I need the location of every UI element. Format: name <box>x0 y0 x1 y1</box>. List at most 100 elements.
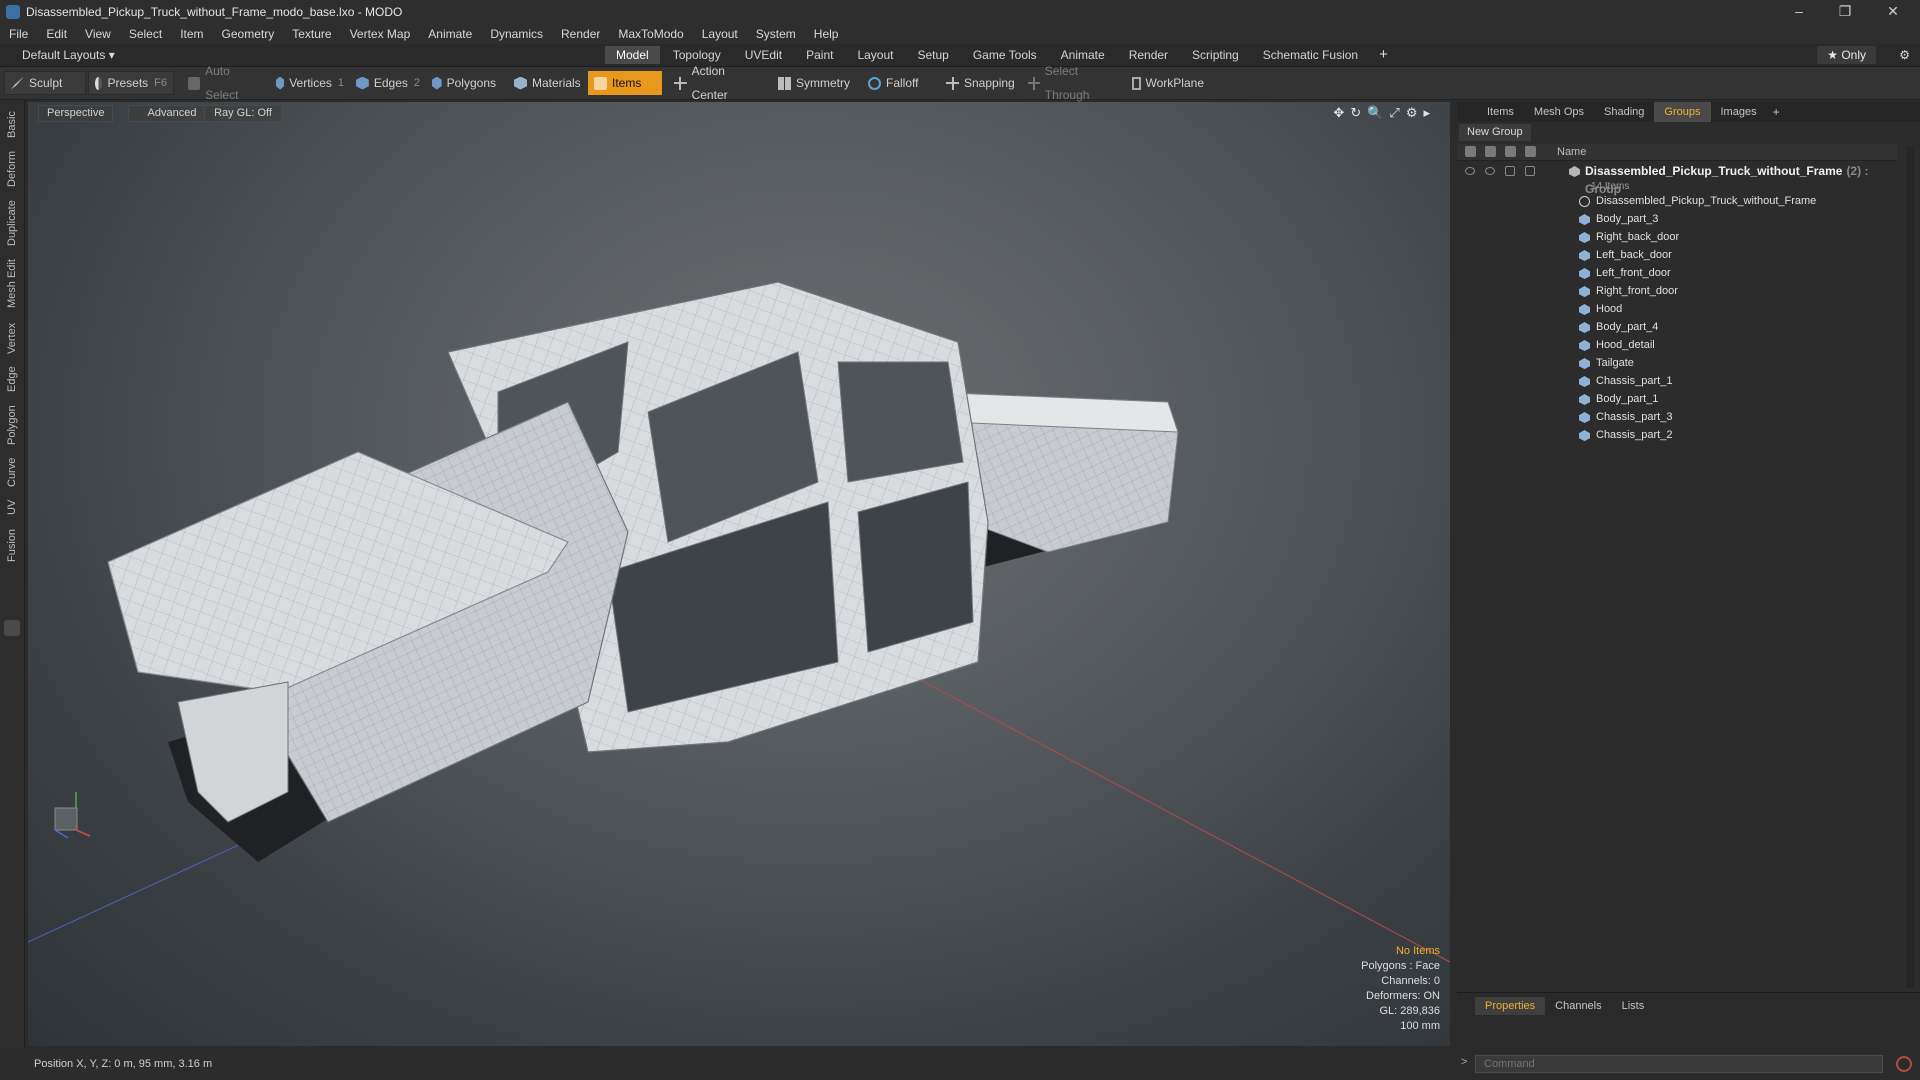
tab-lists[interactable]: Lists <box>1612 997 1655 1015</box>
select-column-icon[interactable] <box>1525 146 1536 157</box>
tab-images[interactable]: Images <box>1711 102 1767 122</box>
vertices-button[interactable]: Vertices 1 <box>270 71 350 95</box>
viewport-settings-icon[interactable]: ⚙ <box>1406 105 1418 120</box>
add-panel-tab-button[interactable]: + <box>1767 105 1786 119</box>
tab-model[interactable]: Model <box>605 46 660 64</box>
lock-toggle-icon[interactable] <box>1505 166 1515 176</box>
tab-items[interactable]: Items <box>1477 102 1524 122</box>
render-column-icon[interactable] <box>1485 146 1496 157</box>
tab-fusion[interactable]: Fusion <box>0 524 24 566</box>
auto-select-button[interactable]: Auto Select <box>182 64 268 102</box>
select-toggle-icon[interactable] <box>1525 166 1535 176</box>
tab-mesh-edit[interactable]: Mesh Edit <box>0 256 24 312</box>
materials-button[interactable]: Materials <box>508 71 592 95</box>
tree-item[interactable]: Hood_detail <box>1457 336 1897 354</box>
tab-vertex[interactable]: Vertex <box>0 318 24 358</box>
record-macro-icon[interactable] <box>1896 1056 1912 1072</box>
tree-item[interactable]: Tailgate <box>1457 354 1897 372</box>
tree-item[interactable]: Body_part_4 <box>1457 318 1897 336</box>
3d-viewport[interactable]: Perspective Advanced Ray GL: Off ✥ ↻ 🔍 ⤢… <box>28 102 1450 1046</box>
tab-basic[interactable]: Basic <box>0 106 24 144</box>
minimize-button[interactable]: – <box>1776 0 1822 24</box>
tab-properties[interactable]: Properties <box>1475 997 1546 1015</box>
presets-button[interactable]: Presets F6 <box>88 71 174 95</box>
pan-icon[interactable]: ✥ <box>1333 105 1344 120</box>
name-column-header[interactable]: Name <box>1557 144 1586 160</box>
tab-setup[interactable]: Setup <box>906 46 959 64</box>
workplane-button[interactable]: WorkPlane <box>1126 71 1210 95</box>
tree-item[interactable]: Chassis_part_3 <box>1457 408 1897 426</box>
menu-animate[interactable]: Animate <box>419 24 481 44</box>
rotate-icon[interactable]: ↻ <box>1350 105 1361 120</box>
items-button[interactable]: Items <box>588 71 662 95</box>
tab-shading[interactable]: Shading <box>1594 102 1654 122</box>
menu-layout[interactable]: Layout <box>693 24 747 44</box>
tree-item[interactable]: Chassis_part_2 <box>1457 426 1897 444</box>
edges-button[interactable]: Edges 2 <box>350 71 426 95</box>
tree-item-root-locator[interactable]: Disassembled_Pickup_Truck_without_Frame <box>1457 192 1897 210</box>
menu-texture[interactable]: Texture <box>283 24 340 44</box>
advanced-button[interactable]: Advanced <box>128 105 216 122</box>
tree-item[interactable]: Hood <box>1457 300 1897 318</box>
tab-channels[interactable]: Channels <box>1545 997 1611 1015</box>
new-group-button[interactable]: New Group <box>1459 124 1531 141</box>
tab-mesh-ops[interactable]: Mesh Ops <box>1524 102 1594 122</box>
select-through-button[interactable]: Select Through <box>1022 64 1124 102</box>
tab-deform[interactable]: Deform <box>0 148 24 190</box>
tab-render[interactable]: Render <box>1118 46 1179 64</box>
tab-curve[interactable]: Curve <box>0 454 24 490</box>
menu-view[interactable]: View <box>76 24 120 44</box>
menu-edit[interactable]: Edit <box>37 24 76 44</box>
menu-system[interactable]: System <box>747 24 805 44</box>
fit-icon[interactable]: ⤢ <box>1389 105 1399 120</box>
raygl-button[interactable]: Ray GL: Off <box>204 105 282 122</box>
polygons-button[interactable]: Polygons <box>426 71 502 95</box>
lock-column-icon[interactable] <box>1505 146 1516 157</box>
menu-vertex-map[interactable]: Vertex Map <box>341 24 420 44</box>
tree-item[interactable]: Chassis_part_1 <box>1457 372 1897 390</box>
close-button[interactable]: ✕ <box>1870 0 1916 24</box>
eye-icon[interactable] <box>1465 167 1475 175</box>
default-layouts-dropdown[interactable]: Default Layouts ▾ <box>4 46 123 64</box>
viewport-expand-icon[interactable]: ▸ <box>1423 105 1430 120</box>
add-tab-button[interactable]: + <box>1371 46 1396 64</box>
tree-item[interactable]: Left_front_door <box>1457 264 1897 282</box>
restore-button[interactable]: ❐ <box>1822 0 1868 24</box>
tab-edge[interactable]: Edge <box>0 362 24 396</box>
command-input[interactable] <box>1475 1055 1883 1073</box>
sculpt-button[interactable]: Sculpt <box>4 71 86 95</box>
tab-uv[interactable]: UV <box>0 494 24 520</box>
tab-schematic-fusion[interactable]: Schematic Fusion <box>1252 46 1369 64</box>
tab-polygon[interactable]: Polygon <box>0 400 24 450</box>
falloff-button[interactable]: Falloff <box>862 71 934 95</box>
menu-dynamics[interactable]: Dynamics <box>481 24 552 44</box>
perspective-button[interactable]: Perspective <box>38 105 114 122</box>
snapping-button[interactable]: Snapping <box>940 71 1022 95</box>
menu-geometry[interactable]: Geometry <box>213 24 284 44</box>
menu-item[interactable]: Item <box>171 24 212 44</box>
action-center-button[interactable]: Action Center <box>668 64 768 102</box>
menu-file[interactable]: File <box>0 24 37 44</box>
zoom-icon[interactable]: 🔍 <box>1367 105 1383 120</box>
tree-item[interactable]: Right_front_door <box>1457 282 1897 300</box>
menu-select[interactable]: Select <box>120 24 171 44</box>
render-toggle-icon[interactable] <box>1485 167 1495 175</box>
menu-render[interactable]: Render <box>552 24 609 44</box>
panel-scrollbar[interactable] <box>1906 146 1914 988</box>
tab-groups[interactable]: Groups <box>1654 102 1711 122</box>
palette-toggle-icon[interactable] <box>4 620 20 636</box>
only-toggle[interactable]: ★ Only <box>1817 46 1876 64</box>
tab-scripting[interactable]: Scripting <box>1181 46 1250 64</box>
tab-paint[interactable]: Paint <box>795 46 844 64</box>
visibility-column-icon[interactable] <box>1465 146 1476 157</box>
gear-icon[interactable]: ⚙ <box>1899 46 1910 64</box>
menu-help[interactable]: Help <box>805 24 848 44</box>
symmetry-button[interactable]: Symmetry <box>772 71 858 95</box>
tab-layout[interactable]: Layout <box>846 46 904 64</box>
tab-duplicate[interactable]: Duplicate <box>0 196 24 250</box>
tree-item[interactable]: Body_part_3 <box>1457 210 1897 228</box>
tree-item[interactable]: Left_back_door <box>1457 246 1897 264</box>
menu-maxtomodo[interactable]: MaxToModo <box>609 24 692 44</box>
group-row[interactable]: Disassembled_Pickup_Truck_without_Frame(… <box>1457 162 1897 196</box>
tree-item[interactable]: Right_back_door <box>1457 228 1897 246</box>
